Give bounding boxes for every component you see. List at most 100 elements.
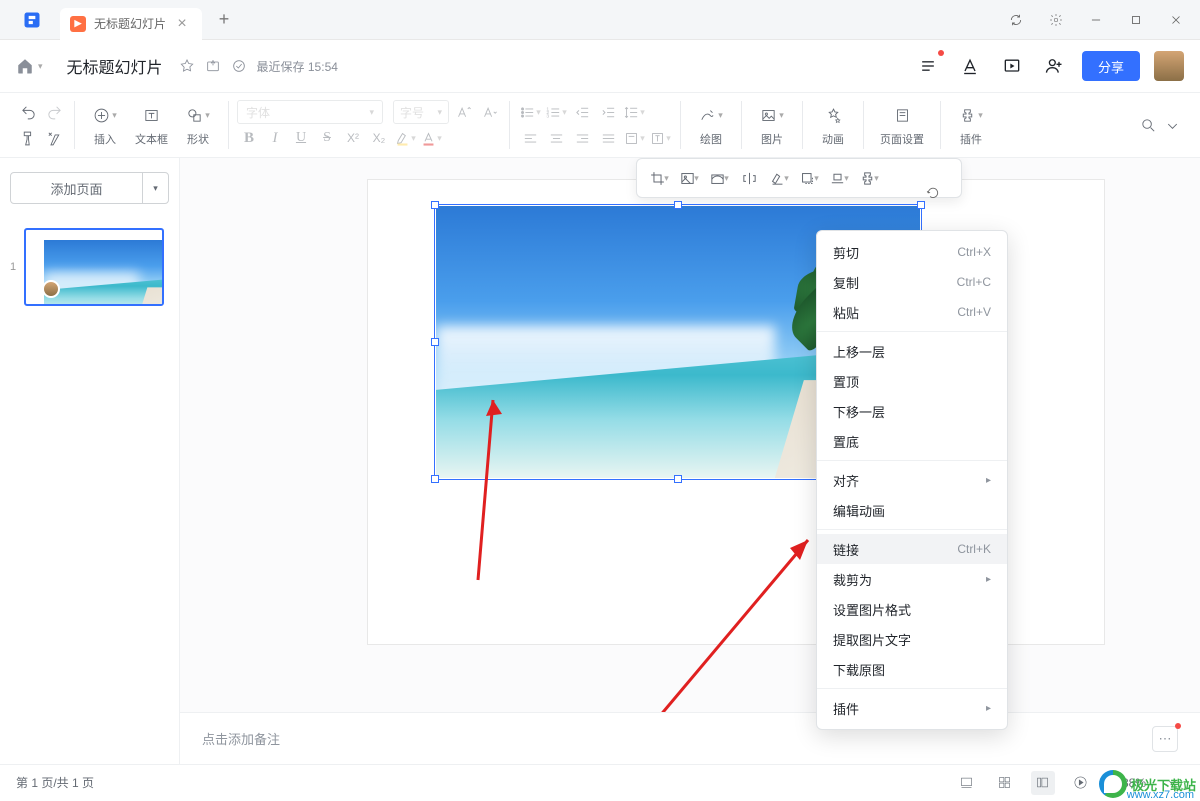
slide-thumbnail[interactable] — [24, 228, 164, 306]
resize-handle[interactable] — [431, 201, 439, 209]
italic-button[interactable]: I — [263, 126, 287, 150]
page-setup-button[interactable]: 页面设置 — [872, 104, 932, 147]
more-button[interactable]: ⋯ — [1152, 726, 1178, 752]
normal-view-icon[interactable] — [1031, 771, 1055, 795]
user-avatar[interactable] — [1154, 51, 1184, 81]
resize-handle[interactable] — [917, 201, 925, 209]
shape-menu[interactable]: ▾ 形状 — [176, 104, 220, 147]
indent-button[interactable] — [596, 100, 620, 124]
increase-font-button[interactable] — [451, 100, 475, 124]
slide[interactable]: ▾ ▾ ▾ ▾ ▾ ▾ ▾ — [368, 180, 1104, 644]
image-menu[interactable]: ▾ 图片 — [750, 104, 794, 147]
line-spacing-button[interactable]: ▾ — [622, 100, 646, 124]
number-list-button[interactable]: 123▾ — [544, 100, 568, 124]
text-direction-button[interactable]: ▾ — [648, 126, 672, 150]
canvas[interactable]: ▾ ▾ ▾ ▾ ▾ ▾ ▾ — [180, 158, 1200, 764]
document-title[interactable]: 无标题幻灯片 — [67, 54, 163, 78]
menu-copy[interactable]: 复制Ctrl+C — [817, 267, 1007, 297]
resize-handle[interactable] — [431, 338, 439, 346]
font-color-button[interactable]: ▾ — [419, 126, 443, 150]
export-icon[interactable] — [205, 58, 221, 74]
menu-edit-animation[interactable]: 编辑动画 — [817, 495, 1007, 525]
crop-button[interactable]: ▾ — [645, 164, 673, 192]
chevron-down-icon[interactable]: ▾ — [142, 173, 168, 203]
menu-extract-text[interactable]: 提取图片文字 — [817, 624, 1007, 654]
rotate-handle[interactable] — [926, 186, 940, 200]
flip-button[interactable] — [735, 164, 763, 192]
subscript-button[interactable]: X₂ — [367, 126, 391, 150]
font-family-select[interactable]: 字体▾ — [237, 100, 383, 124]
document-bar: ▾ 无标题幻灯片 最近保存 15:54 分享 — [0, 40, 1200, 92]
redo-button[interactable] — [42, 100, 66, 124]
insert-menu[interactable]: ▾ 插入 — [83, 104, 127, 147]
notes-area[interactable]: 点击添加备注 ⋯ — [180, 712, 1200, 764]
window-close-button[interactable] — [1156, 0, 1196, 40]
menu-send-backward[interactable]: 下移一层 — [817, 396, 1007, 426]
format-painter-button[interactable] — [16, 126, 40, 150]
menu-crop-as[interactable]: 裁剪为▸ — [817, 564, 1007, 594]
align-right-button[interactable] — [570, 126, 594, 150]
undo-button[interactable] — [16, 100, 40, 124]
share-button[interactable]: 分享 — [1082, 51, 1140, 81]
border-button[interactable]: ▾ — [765, 164, 793, 192]
plugin-float-button[interactable]: ▾ — [855, 164, 883, 192]
document-tab[interactable]: ▶ 无标题幻灯片 × — [60, 8, 202, 40]
collapse-toolbar-button[interactable] — [1160, 113, 1184, 137]
bold-button[interactable]: B — [237, 126, 261, 150]
align-left-button[interactable] — [518, 126, 542, 150]
align-center-button[interactable] — [544, 126, 568, 150]
save-status: 最近保存 15:54 — [257, 58, 338, 75]
new-tab-button[interactable]: + — [210, 6, 238, 34]
settings-icon[interactable] — [1036, 0, 1076, 40]
tab-close-button[interactable]: × — [174, 16, 190, 32]
notes-toggle-icon[interactable] — [955, 771, 979, 795]
textbox-button[interactable]: 文本框 — [127, 104, 176, 147]
superscript-button[interactable]: X² — [341, 126, 365, 150]
animation-button[interactable]: 动画 — [811, 104, 855, 147]
draw-menu[interactable]: ▾ 绘图 — [689, 104, 733, 147]
font-size-select[interactable]: 字号▾ — [393, 100, 449, 124]
collaborator-avatar — [42, 280, 60, 298]
bullet-list-button[interactable]: ▾ — [518, 100, 542, 124]
search-button[interactable] — [1136, 113, 1160, 137]
sync-icon[interactable] — [996, 0, 1036, 40]
add-collaborator-icon[interactable] — [1040, 52, 1068, 80]
menu-bring-front[interactable]: 置顶 — [817, 366, 1007, 396]
resize-handle[interactable] — [674, 475, 682, 483]
menu-bring-forward[interactable]: 上移一层 — [817, 336, 1007, 366]
menu-download-original[interactable]: 下载原图 — [817, 654, 1007, 684]
underline-button[interactable]: U — [289, 126, 313, 150]
menu-paste[interactable]: 粘贴Ctrl+V — [817, 297, 1007, 327]
home-button[interactable]: ▾ — [16, 57, 43, 75]
window-minimize-button[interactable] — [1076, 0, 1116, 40]
outline-icon[interactable] — [914, 52, 942, 80]
menu-link[interactable]: 链接Ctrl+K — [817, 534, 1007, 564]
menu-send-back[interactable]: 置底 — [817, 426, 1007, 456]
present-icon[interactable] — [998, 52, 1026, 80]
highlight-color-button[interactable]: ▾ — [393, 126, 417, 150]
grid-view-icon[interactable] — [993, 771, 1017, 795]
window-maximize-button[interactable] — [1116, 0, 1156, 40]
mask-button[interactable]: ▾ — [705, 164, 733, 192]
plugin-menu[interactable]: ▾ 插件 — [949, 104, 993, 147]
resize-handle[interactable] — [431, 475, 439, 483]
align-justify-button[interactable] — [596, 126, 620, 150]
outdent-button[interactable] — [570, 100, 594, 124]
menu-plugins[interactable]: 插件▸ — [817, 693, 1007, 723]
menu-align[interactable]: 对齐▸ — [817, 465, 1007, 495]
strikethrough-button[interactable]: S — [315, 126, 339, 150]
shadow-button[interactable]: ▾ — [795, 164, 823, 192]
resize-handle[interactable] — [674, 201, 682, 209]
vertical-align-button[interactable]: ▾ — [622, 126, 646, 150]
replace-image-button[interactable]: ▾ — [675, 164, 703, 192]
arrange-button[interactable]: ▾ — [825, 164, 853, 192]
page-info: 第 1 页/共 1 页 — [16, 774, 94, 791]
text-format-icon[interactable] — [956, 52, 984, 80]
clear-format-button[interactable] — [42, 126, 66, 150]
add-page-button[interactable]: 添加页面 ▾ — [10, 172, 169, 204]
decrease-font-button[interactable] — [477, 100, 501, 124]
menu-image-format[interactable]: 设置图片格式 — [817, 594, 1007, 624]
menu-cut[interactable]: 剪切Ctrl+X — [817, 237, 1007, 267]
play-icon[interactable] — [1069, 771, 1093, 795]
star-icon[interactable] — [179, 58, 195, 74]
